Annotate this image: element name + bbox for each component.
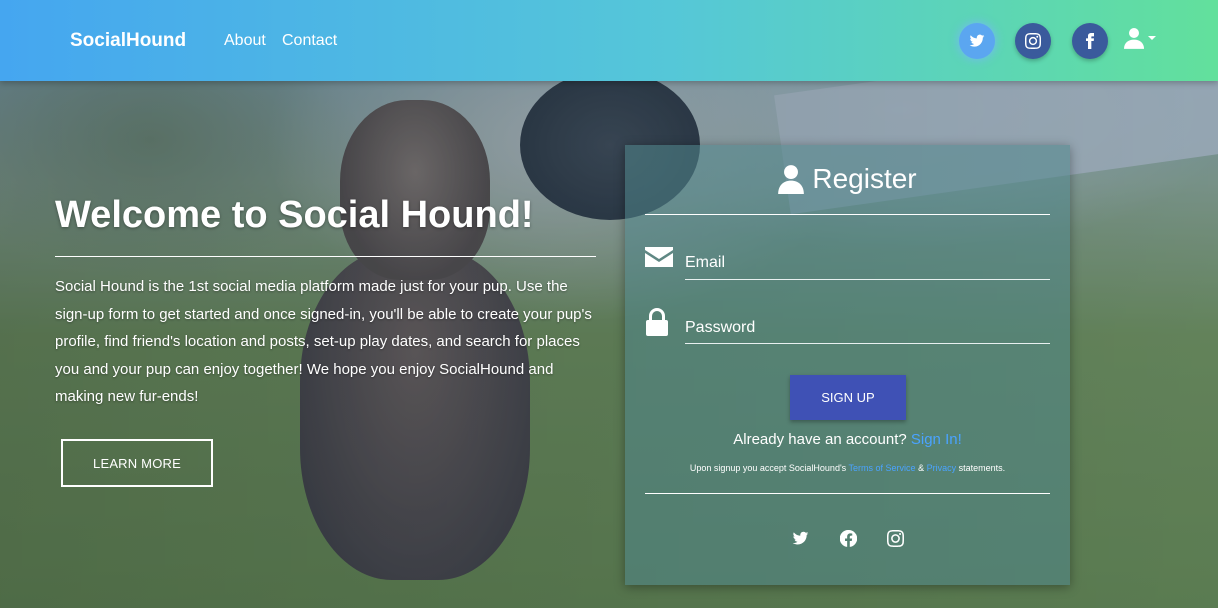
facebook-icon[interactable] [840,530,857,547]
nav-twitter-button[interactable] [959,23,995,59]
email-field[interactable]: Email [685,254,725,272]
sign-up-button[interactable]: SIGN UP [790,375,906,420]
register-heading: Register [625,163,1070,195]
register-footer-divider [645,493,1050,494]
hero-title: Welcome to Social Hound! [55,194,534,236]
user-icon [778,165,805,194]
learn-more-button[interactable]: LEARN MORE [61,439,213,487]
privacy-link[interactable]: Privacy [927,463,957,473]
password-field[interactable]: Password [685,319,755,337]
email-underline [685,279,1050,280]
brand-logo[interactable]: SocialHound [70,30,186,52]
facebook-icon [1086,33,1094,49]
terms-prefix: Upon signup you accept SocialHound's [689,463,847,473]
twitter-icon[interactable] [792,530,809,547]
twitter-icon [969,34,985,47]
already-account-text: Already have an account? Sign In! [625,431,1070,448]
user-icon [1124,28,1144,49]
lock-icon [646,308,668,336]
user-menu-dropdown[interactable] [1124,27,1156,49]
register-card: Register Email Password SIGN UP Already … [625,145,1070,585]
terms-of-service-link[interactable]: Terms of Service [849,463,916,473]
navbar: SocialHound About Contact [0,0,1218,81]
terms-suffix: statements. [958,463,1006,473]
terms-amp: & [918,463,925,473]
register-title: Register [812,163,917,194]
register-title-divider [645,214,1050,215]
instagram-icon [1025,33,1041,49]
already-account-label: Already have an account? [733,431,907,448]
hero-divider [55,256,596,257]
chevron-down-icon [1148,36,1156,40]
nav-link-about[interactable]: About [224,32,266,50]
nav-facebook-button[interactable] [1072,23,1108,59]
sign-in-link[interactable]: Sign In! [911,431,962,448]
terms-notice: Upon signup you accept SocialHound's Ter… [625,463,1070,473]
nav-link-contact[interactable]: Contact [282,32,337,50]
instagram-icon[interactable] [887,530,904,547]
hero-description: Social Hound is the 1st social media pla… [55,278,592,405]
password-underline [685,343,1050,344]
envelope-icon [645,247,673,267]
nav-instagram-button[interactable] [1015,23,1051,59]
